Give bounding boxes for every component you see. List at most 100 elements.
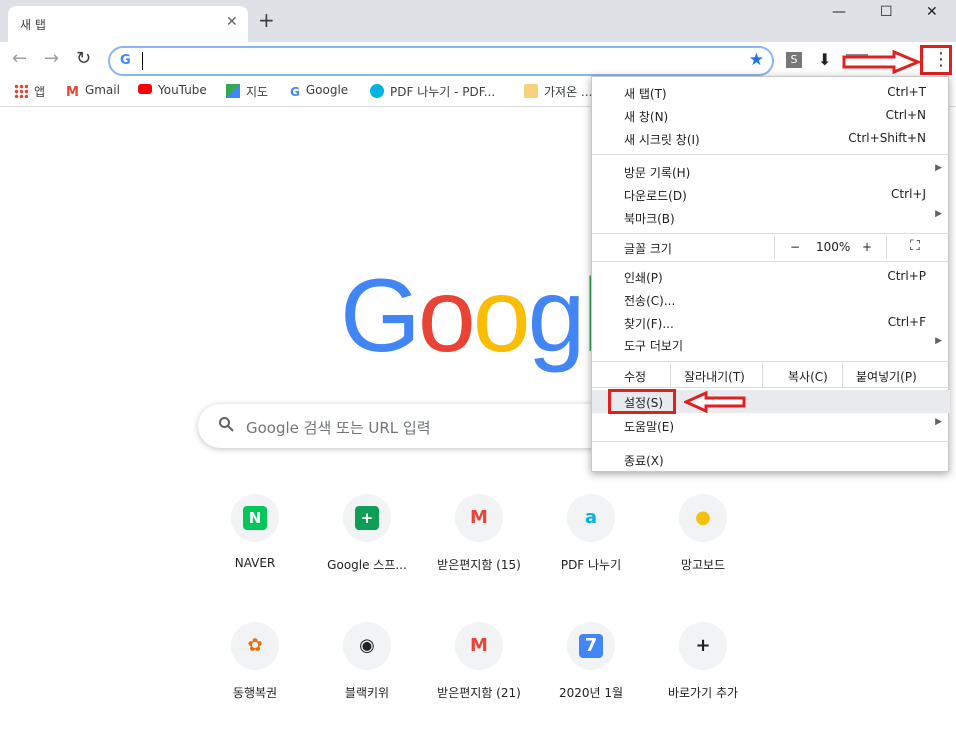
reload-button[interactable]: ↻ xyxy=(76,50,91,68)
address-bar[interactable]: G ★ xyxy=(108,46,774,76)
shortcut-icon: N xyxy=(243,506,267,530)
menu-item-find[interactable]: 찾기(F)... Ctrl+F xyxy=(592,311,950,334)
shortcut-circle: + xyxy=(343,494,391,542)
shortcut-circle: ● xyxy=(679,494,727,542)
shortcut-tile[interactable]: M 받은편지함 (21) xyxy=(423,622,535,734)
menu-item-cast[interactable]: 전송(C)... xyxy=(592,288,950,311)
bookmark-gmail[interactable]: M Gmail xyxy=(66,83,120,100)
edit-divider xyxy=(762,363,763,387)
bookmark-youtube[interactable]: YouTube xyxy=(138,83,207,97)
shortcut-tile[interactable]: ✿ 동행복권 xyxy=(199,622,311,734)
extension-download-icon[interactable]: ⬇ xyxy=(818,50,831,69)
shortcut-icon: ● xyxy=(695,507,711,528)
shortcut-tile[interactable]: 7 2020년 1월 xyxy=(535,622,647,734)
chrome-menu: 새 탭(T) Ctrl+T 새 창(N) Ctrl+N 새 시크릿 창(I) Ctrl… xyxy=(591,76,950,472)
menu-item-new-window[interactable]: 새 창(N) Ctrl+N xyxy=(592,104,950,127)
bookmark-apps[interactable]: 앱 xyxy=(14,83,45,100)
window-close-icon[interactable]: ✕ xyxy=(926,4,938,20)
shortcut-tile[interactable]: + 바로가기 추가 xyxy=(647,622,759,734)
shortcut-tile[interactable]: + Google 스프... xyxy=(311,494,423,606)
menu-item-downloads[interactable]: 다운로드(D) Ctrl+J xyxy=(592,183,950,206)
new-tab-button[interactable]: + xyxy=(258,10,275,30)
google-icon: G xyxy=(120,53,131,68)
menu-divider xyxy=(592,387,950,388)
copy-button[interactable]: 복사(C) xyxy=(788,368,828,385)
shortcut-icon: M xyxy=(470,635,488,656)
shortcut-label: 받은편지함 (21) xyxy=(437,686,521,700)
annotation-arrow-icon xyxy=(684,391,746,413)
zoom-divider xyxy=(886,235,887,259)
shortcut-tile[interactable]: ● 망고보드 xyxy=(647,494,759,606)
menu-item-exit[interactable]: 종료(X) xyxy=(592,448,950,471)
menu-divider xyxy=(592,261,950,262)
shortcut-label: PDF 나누기 xyxy=(560,558,622,572)
edit-label: 수정 xyxy=(624,370,647,384)
search-placeholder: Google 검색 또는 URL 입력 xyxy=(246,419,431,437)
bookmark-maps[interactable]: 지도 xyxy=(226,83,268,100)
shortcut-tile[interactable]: ◉ 블랙키위 xyxy=(311,622,423,734)
submenu-arrow-icon: ▶ xyxy=(935,336,942,346)
menu-item-new-tab[interactable]: 새 탭(T) Ctrl+T xyxy=(592,81,950,104)
highlight-box xyxy=(920,45,952,75)
zoom-in-button[interactable]: + xyxy=(862,240,872,254)
toolbar: ← → ↻ G ★ S ⬇ ⋮ xyxy=(0,42,956,78)
shortcut-tile[interactable]: N NAVER xyxy=(199,494,311,606)
bookmark-pdf[interactable]: PDF 나누기 - PDF... xyxy=(370,83,495,100)
annotation-arrow-icon xyxy=(842,50,920,74)
bookmark-google[interactable]: G Google xyxy=(290,83,348,99)
tab-title: 새 탭 xyxy=(20,18,46,32)
cut-button[interactable]: 잘라내기(T) xyxy=(684,368,745,385)
bookmark-star-icon[interactable]: ★ xyxy=(749,50,764,70)
folder-icon xyxy=(524,84,538,98)
menu-divider xyxy=(592,154,950,155)
shortcut-circle: a xyxy=(567,494,615,542)
shortcut-label: 동행복권 xyxy=(232,686,278,700)
shortcut-circle: M xyxy=(455,622,503,670)
zoom-divider xyxy=(774,235,775,259)
youtube-icon xyxy=(138,84,152,94)
shortcut-icon: + xyxy=(355,506,379,530)
shortcut-icon: a xyxy=(584,507,598,528)
submenu-arrow-icon: ▶ xyxy=(935,417,942,427)
zoom-label: 글꼴 크기 xyxy=(624,242,672,256)
menu-item-incognito[interactable]: 새 시크릿 창(I) Ctrl+Shift+N xyxy=(592,127,950,150)
gmail-icon: M xyxy=(66,85,79,100)
shortcut-tile[interactable]: M 받은편지함 (15) xyxy=(423,494,535,606)
shortcut-circle: + xyxy=(679,622,727,670)
shortcut-tile[interactable]: a PDF 나누기 xyxy=(535,494,647,606)
fullscreen-icon[interactable]: ⛶ xyxy=(910,238,920,254)
shortcut-label: 받은편지함 (15) xyxy=(437,558,521,572)
bookmark-folder[interactable]: 가져온 ... xyxy=(524,83,592,100)
shortcut-label: NAVER xyxy=(234,556,276,570)
extension-s-icon[interactable]: S xyxy=(786,52,802,68)
tab-close-icon[interactable]: ✕ xyxy=(226,14,238,30)
menu-item-bookmarks[interactable]: 북마크(B) ▶ xyxy=(592,206,950,229)
minimize-icon[interactable]: — xyxy=(832,4,846,20)
tab-new-tab[interactable]: 새 탭 ✕ xyxy=(8,6,248,42)
shortcut-icon: 7 xyxy=(579,634,603,658)
edit-divider xyxy=(842,363,843,387)
menu-item-help[interactable]: 도움말(E) ▶ xyxy=(592,414,950,437)
highlight-box xyxy=(608,389,676,414)
menu-item-print[interactable]: 인쇄(P) Ctrl+P xyxy=(592,265,950,288)
forward-button[interactable]: → xyxy=(44,50,59,68)
shortcut-circle: ◉ xyxy=(343,622,391,670)
google-icon: G xyxy=(290,85,300,99)
menu-divider xyxy=(592,441,950,442)
back-button[interactable]: ← xyxy=(12,50,27,68)
zoom-level: 100% xyxy=(816,240,851,254)
zoom-out-button[interactable]: − xyxy=(790,240,800,254)
submenu-arrow-icon: ▶ xyxy=(935,209,942,219)
shortcut-circle: N xyxy=(231,494,279,542)
apps-grid-icon xyxy=(14,84,28,98)
shortcut-label: 2020년 1월 xyxy=(558,686,624,700)
shortcut-label: Google 스프... xyxy=(327,558,407,572)
search-icon xyxy=(218,416,234,436)
maximize-icon[interactable]: ☐ xyxy=(880,4,893,20)
menu-item-history[interactable]: 방문 기록(H) ▶ xyxy=(592,160,950,183)
paste-button[interactable]: 붙여넣기(P) xyxy=(856,368,917,385)
menu-item-more-tools[interactable]: 도구 더보기 ▶ xyxy=(592,333,950,356)
menu-divider xyxy=(592,233,950,234)
shortcut-circle: ✿ xyxy=(231,622,279,670)
maps-icon xyxy=(226,84,240,98)
